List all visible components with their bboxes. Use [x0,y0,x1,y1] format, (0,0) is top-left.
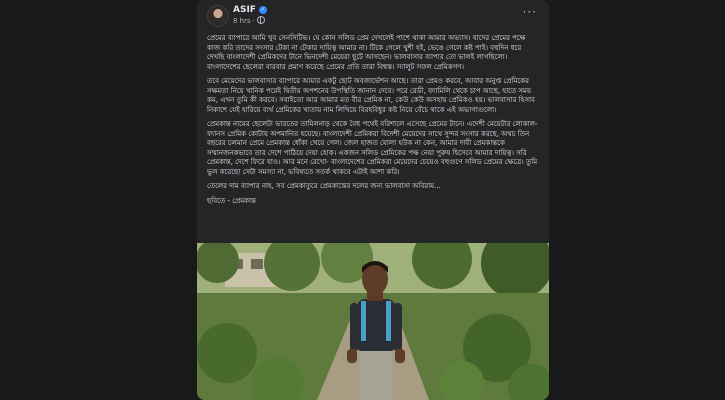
post-photo[interactable] [197,243,549,400]
globe-icon [256,16,265,24]
avatar[interactable] [207,5,229,27]
post-time[interactable]: 8 hrs [233,17,251,25]
post-paragraph: প্রেমকান্ত নামের ছেলেটা ভারতের তামিলনাড়… [207,120,538,176]
post-paragraph: তেলের দাম ব্যাপার নাহ, সব প্রেমকাতুরে প্… [207,182,441,190]
more-options-icon[interactable]: ··· [523,6,537,18]
post-paragraph: তবে মেয়েদের ভালবাসার ব্যাপারে আমার একটু… [207,77,535,114]
post-header: ASIF ✓ 8 hrs · ··· [207,5,539,27]
post-meta: 8 hrs · [233,16,265,25]
photo-scene [197,243,549,400]
facebook-post: ASIF ✓ 8 hrs · ··· প্রেমের ব্যাপারে আমি খ… [197,0,549,400]
author-name[interactable]: ASIF [233,5,256,15]
verified-badge-icon: ✓ [259,6,267,14]
photo-caption: ছবিতে - প্রেমকান্ত [207,196,256,205]
post-body: প্রেমের ব্যাপারে আমি খুব সেনসিটিভ। যে কো… [207,34,539,211]
post-paragraph: প্রেমের ব্যাপারে আমি খুব সেনসিটিভ। যে কো… [207,34,526,71]
